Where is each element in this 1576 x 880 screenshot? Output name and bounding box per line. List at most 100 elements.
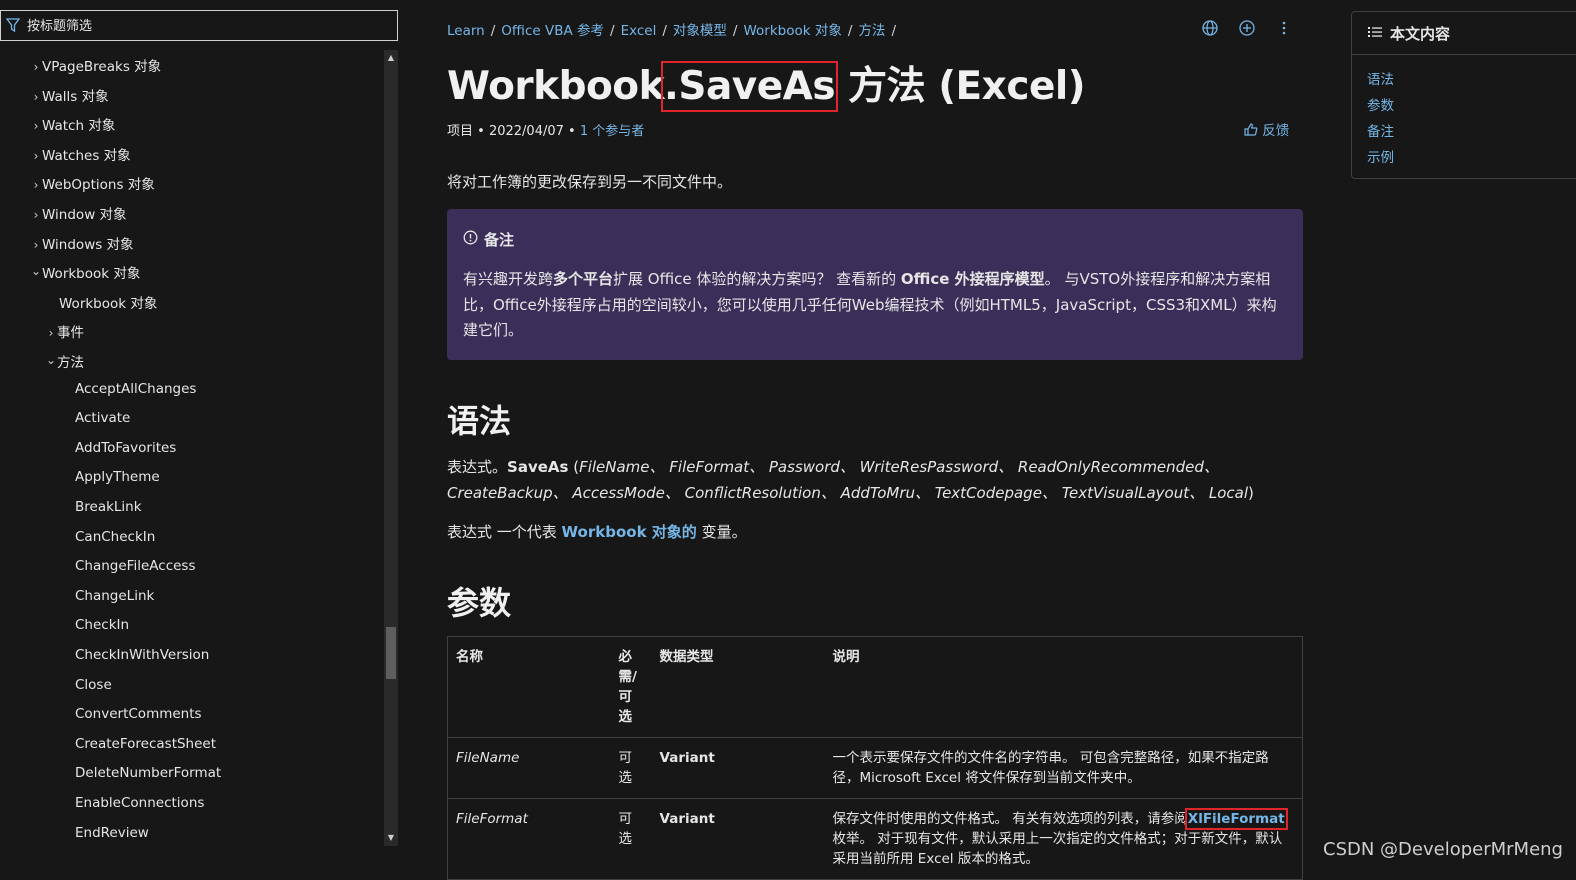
breadcrumb-link[interactable]: Excel xyxy=(621,23,657,39)
sidebar-item[interactable]: EndReview xyxy=(75,825,149,847)
sidebar-item-label: VPageBreaks 对象 xyxy=(42,59,162,75)
chevron-right-icon: › xyxy=(33,237,39,252)
sidebar-item[interactable]: ChangeLink xyxy=(75,588,154,610)
param-type: Variant xyxy=(651,798,825,880)
meta-dot: • xyxy=(568,124,580,139)
chevron-right-icon: › xyxy=(48,326,54,341)
sidebar-item[interactable]: › VPageBreaks 对象 xyxy=(30,55,162,77)
breadcrumb-separator: / xyxy=(891,23,896,39)
sidebar-item-label: Walls 对象 xyxy=(42,88,109,105)
sidebar-item[interactable]: ConvertComments xyxy=(75,706,202,728)
sidebar-item[interactable]: ChangeFileAccess xyxy=(75,558,196,580)
on-page-link-parameters[interactable]: 参数 xyxy=(1367,98,1394,114)
sidebar-item[interactable]: › Walls 对象 xyxy=(30,85,109,107)
breadcrumb-link[interactable]: Office VBA 参考 xyxy=(501,23,604,39)
param-desc-text: 一个表示要保存文件的文件名的字符串。 可包含完整路径，如果不指定路径，Micro… xyxy=(832,750,1269,786)
sidebar-item[interactable]: Close xyxy=(75,677,112,699)
note-heading: 备注 xyxy=(463,229,1287,250)
filter-input[interactable] xyxy=(27,15,387,37)
more-options-icon[interactable] xyxy=(1279,19,1299,39)
syntax-method: SaveAs xyxy=(507,458,569,476)
sidebar-item-label: BreakLink xyxy=(75,499,142,515)
syntax-desc-suffix: 变量。 xyxy=(696,523,747,541)
breadcrumb-separator: / xyxy=(662,23,667,39)
title-prefix: Workbook xyxy=(447,64,665,109)
sidebar-item[interactable]: CreateForecastSheet xyxy=(75,736,216,758)
sidebar-item-label: ChangeFileAccess xyxy=(75,558,196,575)
workbook-object-link[interactable]: Workbook 对象的 xyxy=(562,523,697,541)
sidebar-item-label: CheckInWithVersion xyxy=(75,647,210,663)
sidebar-item[interactable]: DeleteNumberFormat xyxy=(75,765,221,787)
sidebar-item[interactable]: BreakLink xyxy=(75,499,142,521)
chevron-down-icon: ⌄ xyxy=(45,353,57,367)
syntax-expression: 表达式。 xyxy=(447,458,508,476)
note-text: 有兴趣开发跨 xyxy=(463,270,554,288)
sidebar-item[interactable]: AddToFavorites xyxy=(75,440,176,462)
chevron-right-icon: › xyxy=(33,178,39,193)
globe-icon[interactable] xyxy=(1201,19,1221,39)
table-row: FileName 可选 Variant 一个表示要保存文件的文件名的字符串。 可… xyxy=(447,737,1303,799)
sidebar-item[interactable]: › Watches 对象 xyxy=(30,144,131,166)
param-type: Variant xyxy=(651,737,825,799)
syntax-params: FileName、 FileFormat、 Password、 WriteRes… xyxy=(447,458,1249,502)
sidebar-item[interactable]: › Windows 对象 xyxy=(30,233,134,255)
param-name: FileFormat xyxy=(447,798,611,880)
sidebar-item-label: CheckIn xyxy=(75,617,130,634)
note-emphasis: 多个平台 xyxy=(553,270,614,288)
sidebar-item-label: Activate xyxy=(75,410,131,427)
breadcrumb-link[interactable]: 对象模型 xyxy=(673,23,727,39)
breadcrumb-link[interactable]: Learn xyxy=(447,23,485,39)
sidebar-item-label: Watch 对象 xyxy=(42,118,116,135)
in-this-article-list: 语法 参数 备注 示例 xyxy=(1352,55,1576,171)
scrollbar-thumb[interactable] xyxy=(386,627,396,679)
sidebar-item-label: Watches 对象 xyxy=(42,147,131,164)
sidebar-item[interactable]: CheckIn xyxy=(75,617,129,639)
note-title: 备注 xyxy=(484,231,515,249)
sidebar-item[interactable]: › WebOptions 对象 xyxy=(30,173,155,195)
title-suffix: 方法 (Excel) xyxy=(835,64,1086,109)
toc-sidebar: ›VPageBreaks 对象›Walls 对象›Watch 对象›Watche… xyxy=(0,0,404,875)
feedback-button[interactable]: 反馈 xyxy=(1244,119,1289,139)
xlfileformat-link[interactable]: XlFileFormat xyxy=(1184,808,1288,830)
sidebar-item[interactable]: ⌄Workbook 对象 xyxy=(30,262,140,284)
parameters-heading: 参数 xyxy=(447,584,512,622)
sidebar-item[interactable]: AcceptAllChanges xyxy=(75,381,196,403)
on-page-link-remarks[interactable]: 备注 xyxy=(1367,124,1394,140)
meta-date: 2022/04/07 xyxy=(488,124,564,139)
sidebar-item[interactable]: ApplyTheme xyxy=(75,469,160,491)
feedback-label: 反馈 xyxy=(1262,123,1290,139)
sidebar-item[interactable]: CanCheckIn xyxy=(75,529,155,551)
sidebar-item-label: ApplyTheme xyxy=(75,469,160,486)
on-page-link-examples[interactable]: 示例 xyxy=(1367,150,1394,166)
note-emphasis: Office 外接程序模型 xyxy=(900,270,1045,288)
param-required: 可选 xyxy=(610,737,652,799)
toc-scrollbar[interactable]: ▲ ▼ xyxy=(384,50,398,846)
toc-tree: › VPageBreaks 对象 › Walls 对象 › Watch 对象 › Watche… xyxy=(0,50,382,850)
scroll-up-arrow-icon[interactable]: ▲ xyxy=(384,51,398,65)
scroll-down-arrow-icon[interactable]: ▼ xyxy=(384,831,398,845)
chevron-right-icon: › xyxy=(33,89,39,104)
sidebar-item[interactable]: EnableConnections xyxy=(75,795,204,817)
parameters-table: 名称 必需/可选 数据类型 说明 FileName 可选 Variant 一个表… xyxy=(447,636,1303,880)
sidebar-item-label: Window 对象 xyxy=(42,207,127,223)
on-page-link-syntax[interactable]: 语法 xyxy=(1367,72,1394,88)
sidebar-item-label: DeleteNumberFormat xyxy=(75,765,222,782)
sidebar-item[interactable]: › Watch 对象 xyxy=(30,114,116,136)
sidebar-item[interactable]: › 事件 xyxy=(45,321,84,343)
sidebar-item-label: ConvertComments xyxy=(75,706,202,723)
note-text: 扩展 Office 体验的解决方案吗？ 查看新的 xyxy=(613,270,901,288)
sidebar-item[interactable]: CheckInWithVersion xyxy=(75,647,209,669)
sidebar-item-label: AcceptAllChanges xyxy=(75,380,197,397)
sidebar-item[interactable]: ⌄方法 xyxy=(45,351,84,373)
param-desc-after: 枚举。 对于现有文件，默认采用上一次指定的文件格式；对于新文件，默认采用当前所用… xyxy=(832,831,1283,867)
sidebar-item[interactable]: Workbook 对象 xyxy=(59,292,157,314)
sidebar-item-label: Workbook 对象 xyxy=(59,295,158,312)
add-collection-icon[interactable] xyxy=(1238,19,1258,39)
sidebar-item[interactable]: › Window 对象 xyxy=(30,203,127,225)
thumbs-up-icon xyxy=(1244,123,1262,139)
filter-icon xyxy=(5,16,21,34)
breadcrumb-link[interactable]: 方法 xyxy=(858,23,885,39)
contributors-link[interactable]: 1 个参与者 xyxy=(580,124,644,139)
breadcrumb-link[interactable]: Workbook 对象 xyxy=(743,23,841,39)
sidebar-item[interactable]: Activate xyxy=(75,410,130,432)
